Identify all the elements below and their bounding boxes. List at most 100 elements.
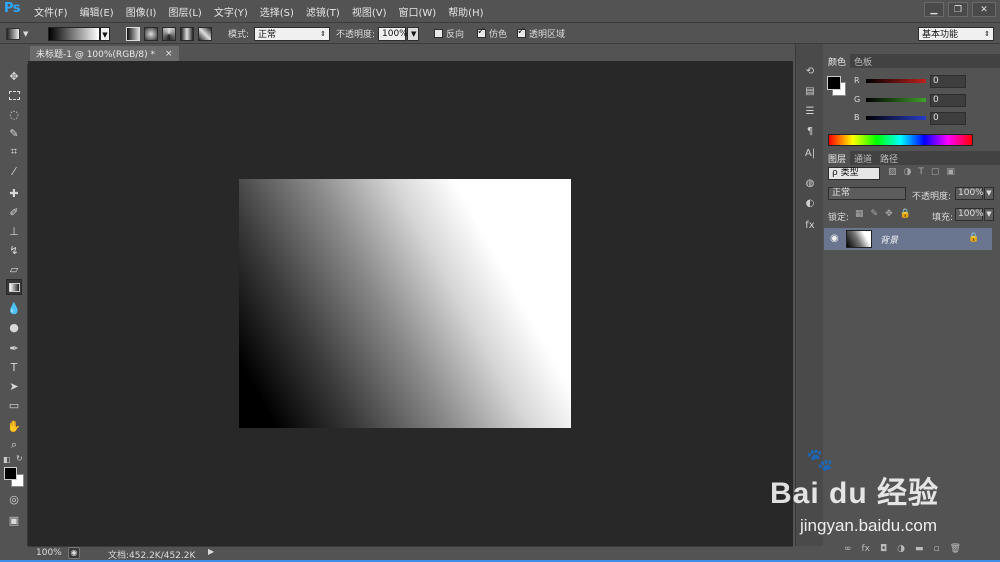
gradient-tool-icon[interactable] xyxy=(6,279,22,295)
minimize-button[interactable]: ▁ xyxy=(924,2,944,17)
hand-tool-icon[interactable]: ✋ xyxy=(6,418,22,434)
character-icon[interactable]: A| xyxy=(803,146,817,160)
styles-icon[interactable]: ◐ xyxy=(803,196,817,210)
adjustments-icon[interactable]: ◍ xyxy=(803,176,817,190)
mode-select[interactable]: 正常 ⇕ xyxy=(254,26,330,41)
adjustment-filter-icon[interactable]: ◑ xyxy=(904,167,912,177)
link-layers-icon[interactable]: ∞ xyxy=(844,544,852,554)
new-layer-icon[interactable]: ▫ xyxy=(934,544,940,554)
reflected-gradient-button[interactable] xyxy=(180,26,194,41)
gradient-picker[interactable]: ▼ xyxy=(48,26,110,41)
blend-mode-select[interactable]: 正常 xyxy=(828,187,906,200)
marquee-tool-icon[interactable] xyxy=(6,87,22,103)
close-button[interactable]: ✕ xyxy=(972,2,996,17)
add-mask-icon[interactable]: ◘ xyxy=(880,544,887,554)
brush-tool-icon[interactable]: ✐ xyxy=(6,204,22,220)
eyedropper-tool-icon[interactable]: ⁄ xyxy=(6,163,22,179)
workspace-switcher[interactable]: 基本功能 ⇕ xyxy=(918,26,994,41)
reverse-checkbox[interactable] xyxy=(434,29,443,38)
menu-view[interactable]: 视图(V) xyxy=(352,4,387,19)
eraser-tool-icon[interactable]: ▱ xyxy=(6,261,22,277)
chevron-down-icon[interactable]: ▼ xyxy=(984,187,994,200)
menu-layer[interactable]: 图层(L) xyxy=(168,4,201,19)
color-panel-foreground-swatch[interactable] xyxy=(827,76,841,90)
transparency-checkbox[interactable] xyxy=(517,26,526,38)
linear-gradient-button[interactable] xyxy=(126,26,140,41)
chevron-right-icon[interactable]: ▶ xyxy=(208,547,214,556)
lock-all-icon[interactable]: 🔒 xyxy=(900,209,911,219)
menu-type[interactable]: 文字(Y) xyxy=(214,4,248,19)
close-icon[interactable]: × xyxy=(165,49,173,59)
lasso-tool-icon[interactable]: ◌ xyxy=(6,106,22,122)
b-value[interactable]: 0 xyxy=(930,112,966,125)
menu-select[interactable]: 选择(S) xyxy=(260,4,294,19)
layer-opacity-value[interactable]: 100% xyxy=(955,187,984,200)
menu-edit[interactable]: 编辑(E) xyxy=(80,4,114,19)
pixel-filter-icon[interactable]: ▨ xyxy=(888,167,897,177)
g-value[interactable]: 0 xyxy=(930,94,966,107)
dodge-tool-icon[interactable]: ● xyxy=(6,319,22,335)
transparency-option[interactable]: 透明区域 xyxy=(517,26,565,41)
tab-color[interactable]: 颜色 xyxy=(824,54,851,68)
canvas-workspace[interactable] xyxy=(28,61,793,546)
tool-preset-picker[interactable]: ▼ xyxy=(6,26,28,41)
type-tool-icon[interactable]: T xyxy=(6,359,22,375)
reverse-option[interactable]: 反向 xyxy=(434,26,464,41)
radial-gradient-button[interactable] xyxy=(144,26,158,41)
move-tool-icon[interactable]: ✥ xyxy=(6,68,22,84)
history-icon[interactable]: ⟲ xyxy=(803,64,817,78)
swap-colors-icon[interactable]: ↻ xyxy=(16,454,23,463)
lock-transparency-icon[interactable]: ▦ xyxy=(855,209,864,219)
properties-icon[interactable]: ▤ xyxy=(803,84,817,98)
screen-mode-icon[interactable]: ▣ xyxy=(6,512,22,528)
tab-channels[interactable]: 通道 xyxy=(850,151,876,165)
tab-swatches[interactable]: 色板 xyxy=(850,54,876,68)
share-icon[interactable]: ◉ xyxy=(68,547,80,559)
zoom-level[interactable]: 100% xyxy=(36,548,62,558)
fx-icon[interactable]: fx xyxy=(862,544,871,554)
trash-icon[interactable]: 🗑 xyxy=(950,544,961,554)
stamp-tool-icon[interactable]: ⊥ xyxy=(6,223,22,239)
g-slider[interactable] xyxy=(866,98,926,102)
menu-file[interactable]: 文件(F) xyxy=(34,4,68,19)
quick-select-tool-icon[interactable]: ✎ xyxy=(6,125,22,141)
path-select-tool-icon[interactable]: ➤ xyxy=(6,378,22,394)
default-colors-icon[interactable]: ◧ xyxy=(3,455,11,464)
dither-option[interactable]: 仿色 xyxy=(477,26,507,41)
diamond-gradient-button[interactable] xyxy=(198,26,212,41)
b-slider[interactable] xyxy=(866,116,926,120)
angle-gradient-button[interactable] xyxy=(162,26,176,41)
document-tab[interactable]: 未标题-1 @ 100%(RGB/8) * × xyxy=(30,46,179,61)
tab-layers[interactable]: 图层 xyxy=(824,151,851,165)
dither-checkbox[interactable] xyxy=(477,26,486,38)
tab-paths[interactable]: 路径 xyxy=(876,151,902,165)
menu-window[interactable]: 窗口(W) xyxy=(398,4,436,19)
healing-brush-tool-icon[interactable]: ✚ xyxy=(6,185,22,201)
foreground-color-swatch[interactable] xyxy=(4,467,17,480)
menu-filter[interactable]: 滤镜(T) xyxy=(306,4,340,19)
lock-position-icon[interactable]: ✥ xyxy=(885,209,893,219)
layer-filter-select[interactable]: ρ 类型 xyxy=(828,167,880,180)
rectangle-tool-icon[interactable]: ▭ xyxy=(6,397,22,413)
paragraph-icon[interactable]: ¶ xyxy=(803,124,817,138)
zoom-tool-icon[interactable]: ⌕ xyxy=(6,437,22,453)
opacity-input[interactable]: 100% ▼ xyxy=(378,26,419,41)
fill-value[interactable]: 100% xyxy=(955,208,984,221)
layer-row-background[interactable]: ◉ 背景 🔒 xyxy=(824,228,992,250)
info-icon[interactable]: ☰ xyxy=(803,104,817,118)
crop-tool-icon[interactable]: ⌗ xyxy=(6,144,22,160)
menu-help[interactable]: 帮助(H) xyxy=(448,4,483,19)
eye-icon[interactable]: ◉ xyxy=(830,233,839,244)
restore-button[interactable]: ❐ xyxy=(948,2,968,17)
new-group-icon[interactable]: ▬ xyxy=(915,544,924,554)
lock-pixels-icon[interactable]: ✎ xyxy=(871,209,879,219)
blur-tool-icon[interactable]: 💧 xyxy=(6,300,22,316)
chevron-down-icon[interactable]: ▼ xyxy=(984,208,994,221)
type-filter-icon[interactable]: T xyxy=(918,167,924,177)
shape-filter-icon[interactable]: ▢ xyxy=(931,167,940,177)
color-spectrum-bar[interactable] xyxy=(828,134,973,146)
menu-image[interactable]: 图像(I) xyxy=(126,4,157,19)
pen-tool-icon[interactable]: ✒ xyxy=(6,340,22,356)
document-canvas[interactable] xyxy=(239,179,571,428)
layer-name[interactable]: 背景 xyxy=(880,233,898,246)
